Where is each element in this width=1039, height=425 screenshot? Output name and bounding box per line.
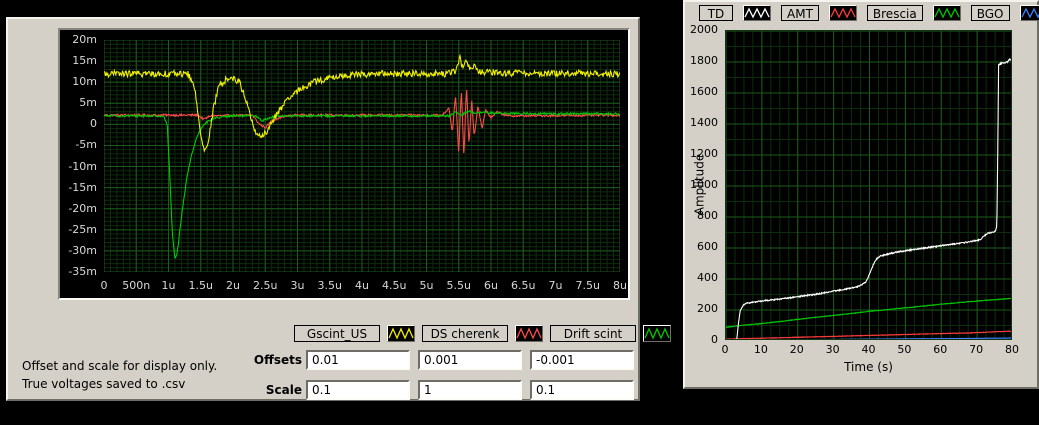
offset-input-2[interactable] xyxy=(418,350,522,370)
legend-label-brescia[interactable]: Brescia xyxy=(866,5,923,21)
legend-label-drift-scint[interactable]: Drift scint xyxy=(550,325,636,342)
time-axis-label: Time (s) xyxy=(844,360,893,374)
amplitude-y-axis-ticks: 0 200 400 600 800 1000 1200 1400 1600 1800 2000 xyxy=(690,23,718,346)
offset-note-line1: Offset and scale for display only. xyxy=(22,359,218,373)
waveform-icon xyxy=(830,7,856,19)
legend-label-gscint-us[interactable]: Gscint_US xyxy=(294,325,380,342)
scale-input-2[interactable] xyxy=(418,380,522,400)
scope-x-axis-ticks: 0 500n 1u 1.5u 2u 2.5u 3u 3.5u 4u 4.5u 5u 5.5u 6u 6.5… xyxy=(100,279,627,292)
waveform-icon xyxy=(388,327,414,340)
amplitude-plot-area xyxy=(725,30,1012,340)
legend-label-td[interactable]: TD xyxy=(699,5,733,21)
legend-glyph-drift-scint[interactable] xyxy=(643,325,671,342)
scope-legend: Gscint_US DS cherenk Drift scint xyxy=(294,325,671,342)
scope-panel: 20m 15m 10m 5m 0 -5m -10m -15m -20m -25m -30m -35m … xyxy=(6,17,671,401)
legend-glyph-brescia[interactable] xyxy=(932,5,961,21)
legend-glyph-td[interactable] xyxy=(743,5,771,21)
scale-input-1[interactable] xyxy=(306,380,410,400)
offset-input-3[interactable] xyxy=(530,350,634,370)
scale-input-3[interactable] xyxy=(530,380,634,400)
offsets-label: Offsets xyxy=(253,353,302,367)
offset-note: Offset and scale for display only. True … xyxy=(22,357,217,393)
scope-graph: 20m 15m 10m 5m 0 -5m -10m -15m -20m -25m -30m -35m … xyxy=(58,28,630,300)
waveform-icon xyxy=(744,7,770,19)
app-window: 20m 15m 10m 5m 0 -5m -10m -15m -20m -25m -30m -35m … xyxy=(0,0,1039,425)
legend-glyph-amt[interactable] xyxy=(828,5,857,21)
waveform-icon xyxy=(516,327,542,340)
waveform-icon xyxy=(934,7,960,19)
scale-label: Scale xyxy=(265,383,302,397)
legend-label-ds-cherenk[interactable]: DS cherenk xyxy=(422,325,508,342)
offset-input-1[interactable] xyxy=(306,350,410,370)
amplitude-panel: TD AMT Brescia BGO Amplitude 0 200 400 6… xyxy=(683,0,1039,389)
amplitude-x-axis-ticks: 0 10 20 30 40 50 60 70 80 xyxy=(721,343,1020,356)
offset-note-line2: True voltages saved to .csv xyxy=(22,377,186,391)
waveform-icon xyxy=(644,327,670,340)
legend-glyph-bgo[interactable] xyxy=(1019,5,1039,21)
legend-glyph-ds-cherenk[interactable] xyxy=(515,325,543,342)
scope-plot-area xyxy=(104,40,620,272)
legend-label-bgo[interactable]: BGO xyxy=(970,5,1010,21)
scope-y-axis-ticks: 20m 15m 10m 5m 0 -5m -10m -15m -20m -25m -30m -35m xyxy=(68,33,97,278)
legend-glyph-gscint-us[interactable] xyxy=(387,325,415,342)
waveform-icon xyxy=(1020,7,1039,19)
legend-label-amt[interactable]: AMT xyxy=(781,5,819,21)
amplitude-legend: TD AMT Brescia BGO xyxy=(699,5,1039,21)
